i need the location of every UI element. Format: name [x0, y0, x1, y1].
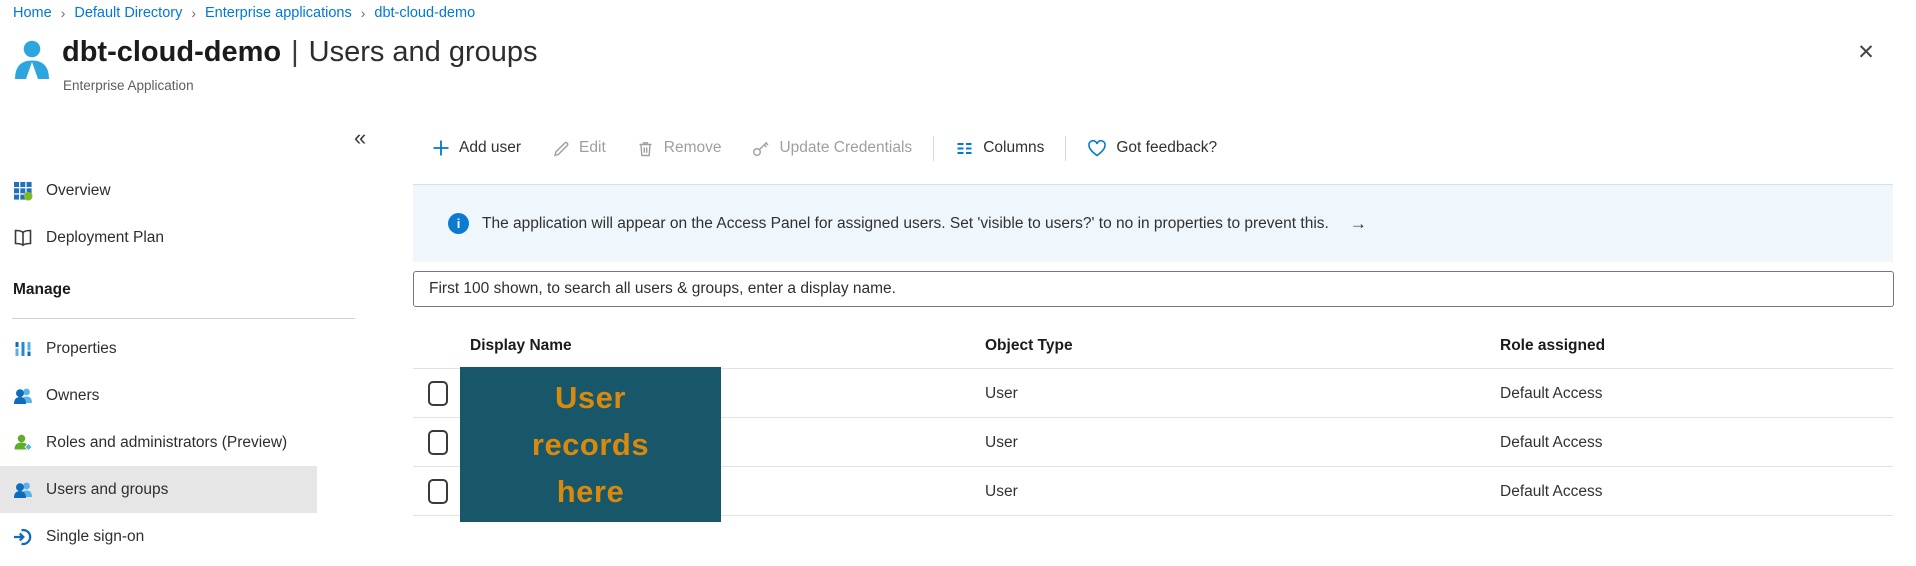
column-header-object-type: Object Type [985, 337, 1073, 355]
object-type-cell: User [985, 467, 1018, 516]
heart-icon [1087, 139, 1107, 158]
breadcrumb: Home › Default Directory › Enterprise ap… [13, 4, 475, 21]
remove-button: Remove [621, 128, 737, 168]
search-input[interactable] [413, 271, 1894, 307]
people-icon [13, 386, 33, 406]
object-type-cell: User [985, 418, 1018, 467]
sidebar-item-label: Single sign-on [46, 528, 144, 546]
toolbar-separator [933, 136, 934, 161]
column-header-display-name: Display Name [470, 337, 572, 355]
sidebar-item-properties[interactable]: Properties [0, 325, 317, 372]
sliders-icon [13, 339, 33, 359]
book-icon [13, 228, 33, 248]
role-assigned-cell: Default Access [1500, 418, 1603, 467]
update-credentials-button: Update Credentials [736, 128, 927, 168]
info-banner: i The application will appear on the Acc… [413, 184, 1893, 262]
breadcrumb-separator: › [61, 4, 66, 21]
object-type-cell: User [985, 369, 1018, 418]
key-icon [751, 139, 770, 158]
sidebar-item-label: Properties [46, 340, 117, 358]
breadcrumb-separator: › [361, 4, 366, 21]
role-assigned-cell: Default Access [1500, 467, 1603, 516]
page-title-separator: | [291, 36, 299, 68]
sidebar-item-owners[interactable]: Owners [0, 372, 317, 419]
sign-in-icon [13, 527, 33, 547]
sidebar-item-roles-administrators[interactable]: Roles and administrators (Preview) [0, 419, 317, 466]
page-title: dbt-cloud-demo | Users and groups [62, 36, 538, 69]
got-feedback-button[interactable]: Got feedback? [1072, 128, 1232, 168]
person-role-icon [13, 433, 33, 453]
row-checkbox[interactable] [428, 381, 448, 406]
columns-button[interactable]: Columns [940, 128, 1059, 168]
breadcrumb-separator: › [191, 4, 196, 21]
sidebar-divider [12, 318, 355, 319]
toolbar-separator [1065, 136, 1066, 161]
sidebar-item-label: Roles and administrators (Preview) [46, 434, 287, 452]
info-icon: i [448, 213, 469, 234]
row-checkbox[interactable] [428, 479, 448, 504]
breadcrumb-home[interactable]: Home [13, 5, 52, 21]
plus-icon [432, 139, 450, 157]
breadcrumb-dbt-cloud-demo[interactable]: dbt-cloud-demo [374, 5, 475, 21]
column-header-role-assigned: Role assigned [1500, 337, 1605, 355]
close-icon[interactable]: ✕ [1852, 38, 1880, 66]
overlay-text-line: User [555, 374, 626, 421]
enterprise-app-person-icon [14, 40, 50, 80]
add-user-button[interactable]: Add user [410, 128, 536, 168]
overlay-text-line: here [557, 468, 624, 515]
pencil-icon [551, 139, 570, 158]
info-banner-text: The application will appear on the Acces… [482, 215, 1329, 233]
arrow-right-icon[interactable]: → [1350, 214, 1367, 234]
breadcrumb-default-directory[interactable]: Default Directory [74, 5, 182, 21]
overlay-text-line: records [532, 421, 649, 468]
sidebar-item-users-and-groups[interactable]: Users and groups [0, 466, 317, 513]
row-checkbox[interactable] [428, 430, 448, 455]
sidebar-item-deployment-plan[interactable]: Deployment Plan [0, 214, 317, 261]
breadcrumb-enterprise-applications[interactable]: Enterprise applications [205, 5, 352, 21]
sidebar-item-label: Deployment Plan [46, 229, 164, 247]
user-records-redaction-overlay: User records here [460, 367, 721, 522]
page-title-section: Users and groups [309, 36, 538, 68]
role-assigned-cell: Default Access [1500, 369, 1603, 418]
page-subtitle: Enterprise Application [63, 78, 194, 93]
page-title-app-name: dbt-cloud-demo [62, 36, 281, 68]
sidebar-item-label: Owners [46, 387, 99, 405]
trash-icon [636, 139, 655, 158]
sidebar-section-manage: Manage [13, 281, 71, 299]
azure-enterprise-app-users-groups-blade: Home › Default Directory › Enterprise ap… [0, 0, 1916, 566]
command-bar: Add user Edit Remove Update Cred [410, 128, 1232, 168]
sidebar-item-single-sign-on[interactable]: Single sign-on [0, 513, 317, 560]
columns-icon [955, 139, 974, 158]
people-icon [13, 480, 33, 500]
grid-overview-icon [13, 181, 33, 201]
sidebar-collapse-icon[interactable]: « [354, 127, 366, 149]
sidebar-item-overview[interactable]: Overview [0, 167, 317, 214]
edit-button: Edit [536, 128, 621, 168]
sidebar-item-label: Overview [46, 182, 111, 200]
sidebar-item-label: Users and groups [46, 481, 168, 499]
